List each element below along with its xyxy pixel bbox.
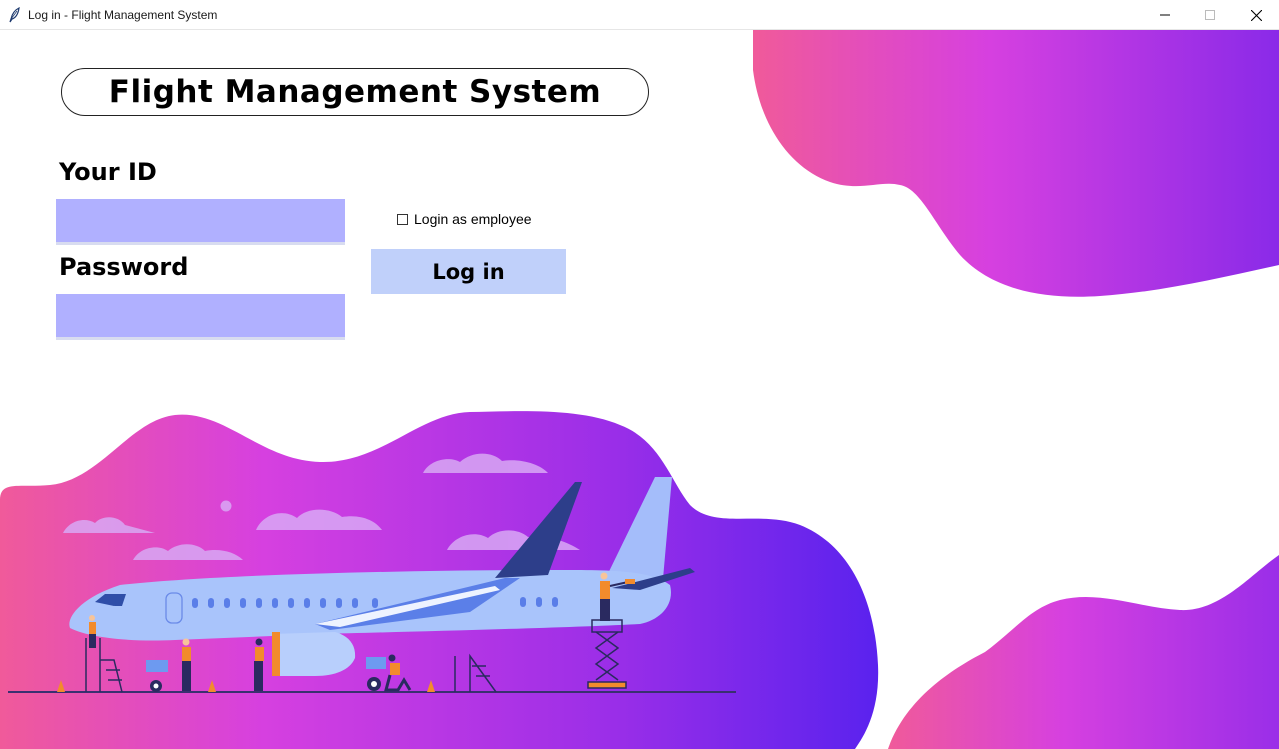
id-label: Your ID xyxy=(59,158,157,186)
window-titlebar: Log in - Flight Management System xyxy=(0,0,1279,30)
top-right-blob xyxy=(753,30,1279,297)
login-window-content: Flight Management System Your ID Passwor… xyxy=(0,30,1279,749)
page-title: Flight Management System xyxy=(108,74,602,110)
minimize-icon xyxy=(1160,14,1170,16)
id-input[interactable] xyxy=(56,199,345,245)
feather-icon xyxy=(9,7,20,23)
close-button[interactable] xyxy=(1233,0,1279,30)
minimize-button[interactable] xyxy=(1142,0,1188,30)
window-title: Log in - Flight Management System xyxy=(28,8,218,22)
page-title-banner: Flight Management System xyxy=(61,68,649,116)
login-button[interactable]: Log in xyxy=(371,249,566,294)
maximize-button[interactable] xyxy=(1187,0,1233,30)
password-input[interactable] xyxy=(56,294,345,340)
background-illustration xyxy=(0,30,1279,749)
employee-checkbox-label[interactable]: Login as employee xyxy=(414,211,532,227)
password-label: Password xyxy=(59,253,189,281)
maximize-icon xyxy=(1205,10,1215,20)
employee-checkbox[interactable] xyxy=(397,213,408,225)
close-icon xyxy=(1250,9,1262,21)
employee-checkbox-row[interactable]: Login as employee xyxy=(397,211,532,227)
bottom-right-blob xyxy=(888,555,1279,749)
